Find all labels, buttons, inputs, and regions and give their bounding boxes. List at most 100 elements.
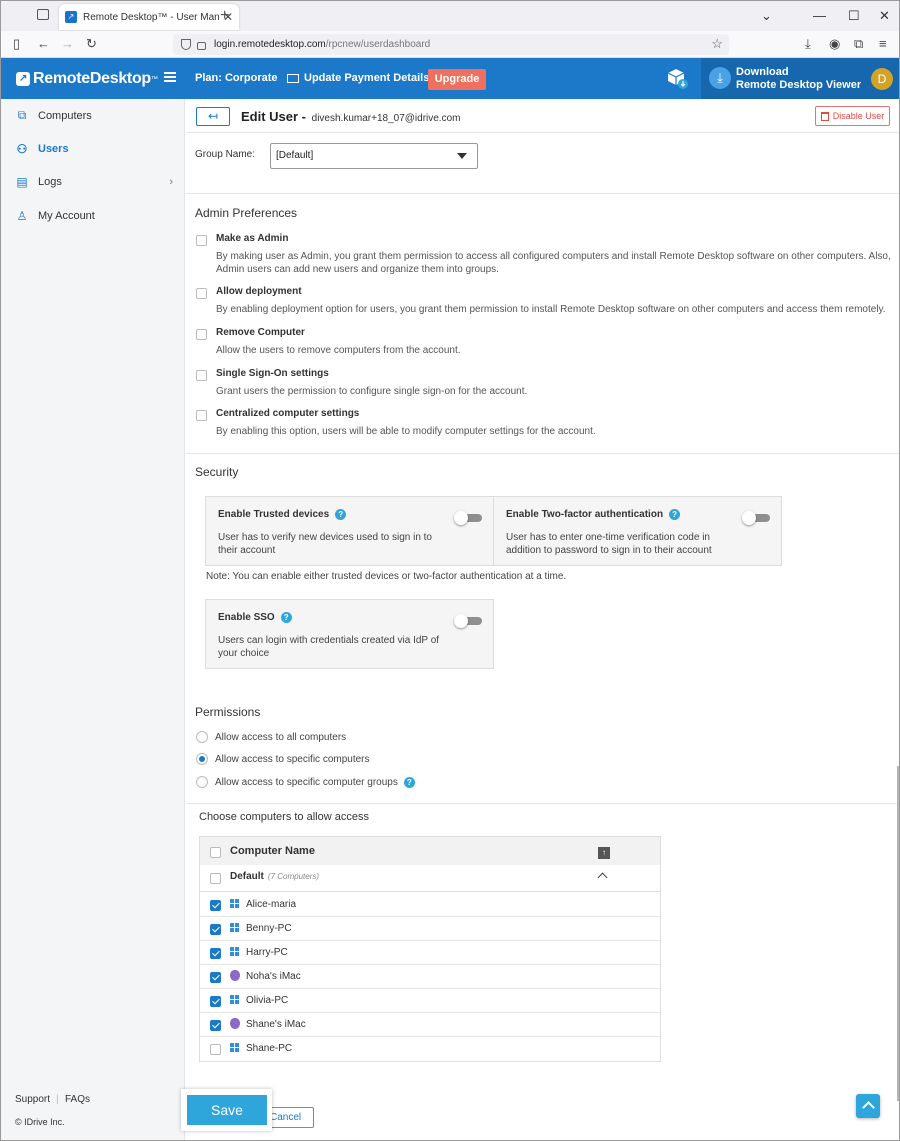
app-logo[interactable]: ↗ RemoteDesktop ™ bbox=[16, 70, 158, 88]
upgrade-button[interactable]: Upgrade bbox=[428, 69, 486, 90]
group-checkbox[interactable] bbox=[210, 873, 221, 884]
plan-label: Plan: Corporate bbox=[195, 72, 278, 84]
minimize-icon[interactable]: — bbox=[813, 8, 826, 23]
new-tab-icon[interactable]: + bbox=[220, 7, 229, 25]
computer-checkbox[interactable] bbox=[210, 924, 221, 935]
back-button[interactable]: ↤ bbox=[196, 107, 230, 126]
table-row[interactable]: Benny-PC bbox=[200, 917, 660, 941]
forward-icon[interactable]: → bbox=[61, 36, 74, 51]
computer-checkbox[interactable] bbox=[210, 1020, 221, 1031]
page-title-label: Edit User - bbox=[241, 109, 307, 124]
user-avatar[interactable]: D bbox=[871, 68, 893, 90]
deploy-package-icon[interactable] bbox=[666, 67, 688, 89]
computers-icon: ⧉ bbox=[17, 108, 27, 122]
tab-dropdown-icon[interactable]: ⌄ bbox=[761, 8, 772, 24]
update-payment-label: Update Payment Details bbox=[304, 72, 430, 84]
windows-icon bbox=[230, 899, 240, 909]
radio-label[interactable]: Allow access to all computers bbox=[215, 732, 346, 743]
table-row[interactable]: Harry-PC bbox=[200, 941, 660, 965]
hamburger-menu-icon[interactable] bbox=[164, 72, 176, 82]
radio-specific-computers[interactable] bbox=[196, 753, 208, 765]
group-row[interactable]: Default (7 Computers) bbox=[200, 865, 660, 892]
help-icon[interactable]: ? bbox=[669, 509, 681, 520]
maximize-icon[interactable]: ☐ bbox=[848, 8, 860, 24]
sso-settings-checkbox[interactable] bbox=[196, 370, 207, 381]
url-bar[interactable]: login.remotedesktop.com /rpcnew/userdash… bbox=[173, 34, 729, 55]
sidebar-item-users[interactable]: ⚇ Users bbox=[1, 132, 185, 165]
two-factor-title: Enable Two-factor authentication bbox=[506, 509, 664, 520]
browser-tab[interactable]: ↗ Remote Desktop™ - User Mana ✕ bbox=[59, 4, 239, 30]
select-all-checkbox[interactable] bbox=[210, 847, 221, 858]
scrollbar[interactable] bbox=[897, 766, 899, 1101]
radio-label[interactable]: Allow access to specific computers bbox=[215, 754, 370, 765]
toggle-knob bbox=[454, 511, 468, 525]
export-icon[interactable]: ↑ bbox=[598, 847, 610, 859]
computer-checkbox[interactable] bbox=[210, 900, 221, 911]
divider bbox=[186, 453, 899, 454]
save-highlight: Save bbox=[181, 1089, 272, 1131]
copyright: © IDrive Inc. bbox=[15, 1117, 65, 1127]
favicon-icon: ↗ bbox=[65, 11, 77, 23]
sidebar-item-logs[interactable]: ▤ Logs › bbox=[1, 165, 185, 198]
help-icon[interactable]: ? bbox=[335, 509, 347, 520]
computer-checkbox[interactable] bbox=[210, 948, 221, 959]
close-window-icon[interactable]: ✕ bbox=[879, 8, 890, 24]
divider bbox=[186, 193, 899, 194]
reload-icon[interactable]: ↻ bbox=[86, 36, 97, 52]
profile-icon[interactable]: ◉ bbox=[829, 36, 840, 52]
logo-text: RemoteDesktop bbox=[33, 70, 151, 87]
pref-description: Allow the users to remove computers from… bbox=[216, 345, 461, 356]
back-icon[interactable]: ← bbox=[37, 36, 50, 51]
help-icon[interactable]: ? bbox=[280, 612, 292, 623]
choose-computers-heading: Choose computers to allow access bbox=[199, 811, 369, 823]
table-row[interactable]: Shane's iMac bbox=[200, 1013, 660, 1037]
tab-list-icon[interactable] bbox=[37, 9, 49, 20]
sso-toggle[interactable] bbox=[454, 614, 482, 628]
lock-icon[interactable] bbox=[197, 41, 206, 50]
remove-computer-checkbox[interactable] bbox=[196, 329, 207, 340]
allow-deployment-checkbox[interactable] bbox=[196, 288, 207, 299]
radio-all-computers[interactable] bbox=[196, 731, 208, 743]
shield-icon[interactable] bbox=[181, 39, 191, 50]
radio-computer-groups[interactable] bbox=[196, 776, 208, 788]
sidebar-item-computers[interactable]: ⧉ Computers bbox=[1, 99, 185, 132]
chevron-up-icon[interactable] bbox=[597, 872, 608, 883]
help-icon[interactable]: ? bbox=[403, 777, 415, 788]
save-button[interactable]: Save bbox=[187, 1095, 267, 1125]
computer-checkbox[interactable] bbox=[210, 972, 221, 983]
radio-label-groups[interactable]: Allow access to specific computer groups… bbox=[215, 777, 415, 788]
computer-checkbox[interactable] bbox=[210, 996, 221, 1007]
downloads-icon[interactable]: ⤓ bbox=[805, 36, 811, 52]
trusted-devices-card: Enable Trusted devices? User has to veri… bbox=[205, 496, 494, 566]
two-factor-description: User has to enter one-time verification … bbox=[506, 532, 712, 556]
trash-icon bbox=[820, 111, 829, 121]
table-row[interactable]: Shane-PC bbox=[200, 1037, 660, 1061]
extensions-icon[interactable]: ⧉ bbox=[854, 36, 863, 52]
support-link[interactable]: Support bbox=[15, 1094, 50, 1105]
faqs-link[interactable]: FAQs bbox=[65, 1094, 90, 1105]
two-factor-toggle[interactable] bbox=[742, 511, 770, 525]
trusted-devices-toggle[interactable] bbox=[454, 511, 482, 525]
sso-title: Enable SSO bbox=[218, 612, 275, 623]
menu-icon[interactable]: ≡ bbox=[879, 36, 887, 51]
sidebar-item-my-account[interactable]: ♙ My Account bbox=[1, 199, 185, 232]
centralized-settings-checkbox[interactable] bbox=[196, 410, 207, 421]
computer-name: Noha's iMac bbox=[246, 971, 301, 982]
make-admin-checkbox[interactable] bbox=[196, 235, 207, 246]
scroll-to-top-button[interactable] bbox=[856, 1094, 880, 1118]
update-payment-link[interactable]: Update Payment Details bbox=[287, 72, 429, 84]
pref-description: By making user as Admin, you grant them … bbox=[216, 251, 891, 275]
windows-icon bbox=[230, 995, 240, 1005]
group-name-select[interactable]: [Default] bbox=[270, 143, 478, 169]
account-icon: ♙ bbox=[16, 208, 28, 223]
sidebar-toggle-icon[interactable]: ▯ bbox=[13, 36, 20, 52]
table-row[interactable]: Noha's iMac bbox=[200, 965, 660, 989]
computer-checkbox[interactable] bbox=[210, 1044, 221, 1055]
disable-user-button[interactable]: Disable User bbox=[815, 106, 890, 126]
group-count: (7 Computers) bbox=[267, 872, 320, 881]
table-row[interactable]: Alice-maria bbox=[200, 893, 660, 917]
nav-bar: ▯ ← → ↻ login.remotedesktop.com /rpcnew/… bbox=[1, 31, 899, 58]
bookmark-star-icon[interactable]: ☆ bbox=[711, 36, 723, 52]
table-row[interactable]: Olivia-PC bbox=[200, 989, 660, 1013]
card-title: Enable Trusted devices? bbox=[218, 509, 347, 520]
